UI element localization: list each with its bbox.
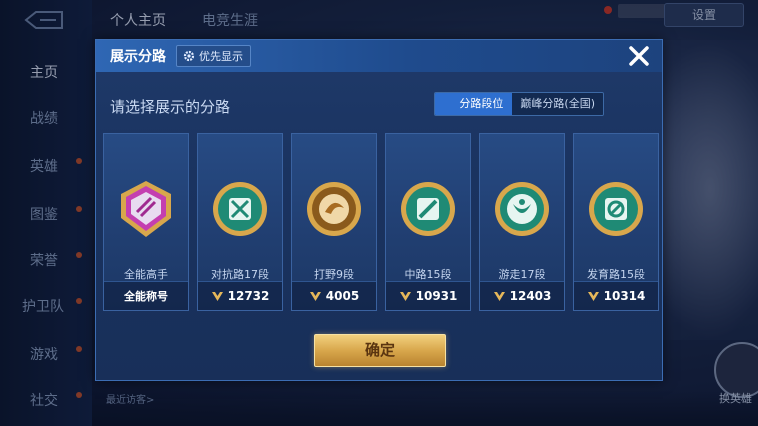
lane-card-clash[interactable]: 对抗路17段 12732 [197,133,283,311]
lane-card-score: 4005 [325,289,360,303]
lane-card-jungle[interactable]: 打野9段 4005 [291,133,377,311]
dialog-subtitle: 请选择展示的分路 [110,98,231,116]
tab-peak-lane[interactable]: 巅峰分路(全国) [512,93,603,115]
lane-card-footer: 10314 [574,281,658,310]
lane-card-footer: 12403 [480,281,564,310]
mid-lane-emblem-icon [401,182,455,236]
priority-display-label: 优先显示 [199,50,243,63]
combat-power-icon [309,291,321,301]
lane-card-footer: 4005 [292,281,376,310]
lane-card-footer: 12732 [198,281,282,310]
close-icon[interactable] [626,43,652,69]
lane-type-toggle: 分路段位 巅峰分路(全国) [434,92,604,116]
tab-lane-rank[interactable]: 分路段位 [435,93,513,115]
lane-card-score: 10314 [603,289,646,303]
lane-card-footer: 全能称号 [104,281,188,310]
lane-card-name: 发育路15段 [587,268,645,281]
lane-card-score: 12403 [509,289,552,303]
dialog-title: 展示分路 [110,49,166,65]
lane-card-roam[interactable]: 游走17段 12403 [479,133,565,311]
allround-emblem-icon [121,181,171,237]
farm-lane-emblem-icon [589,182,643,236]
clash-lane-emblem-icon [213,182,267,236]
combat-power-icon [493,291,505,301]
lane-card-allround[interactable]: 全能高手 全能称号 [103,133,189,311]
jungle-emblem-icon [307,182,361,236]
combat-power-icon [211,291,223,301]
lane-card-title: 全能称号 [124,290,168,303]
lane-card-score: 12732 [227,289,270,303]
lane-card-name: 打野9段 [314,268,354,281]
dialog-header: 展示分路 优先显示 [96,40,662,72]
combat-power-icon [587,291,599,301]
roam-emblem-icon [495,182,549,236]
lane-card-footer: 10931 [386,281,470,310]
lane-card-farm[interactable]: 发育路15段 10314 [573,133,659,311]
lane-card-name: 游走17段 [498,268,546,281]
display-lane-dialog: 展示分路 优先显示 请选择展示的分路 分路段位 巅峰分路(全国) 全能高手 全能… [95,39,663,381]
lane-card-list: 全能高手 全能称号 对抗路17段 12732 打野9段 4005 中路15段 1… [103,133,659,311]
priority-display-button[interactable]: 优先显示 [176,45,251,67]
combat-power-icon [399,291,411,301]
lane-card-mid[interactable]: 中路15段 10931 [385,133,471,311]
lane-card-name: 全能高手 [124,268,168,281]
lane-card-name: 中路15段 [404,268,452,281]
confirm-button[interactable]: 确定 [314,334,446,367]
lane-card-score: 10931 [415,289,458,303]
gear-icon [183,50,195,62]
lane-card-name: 对抗路17段 [211,268,269,281]
